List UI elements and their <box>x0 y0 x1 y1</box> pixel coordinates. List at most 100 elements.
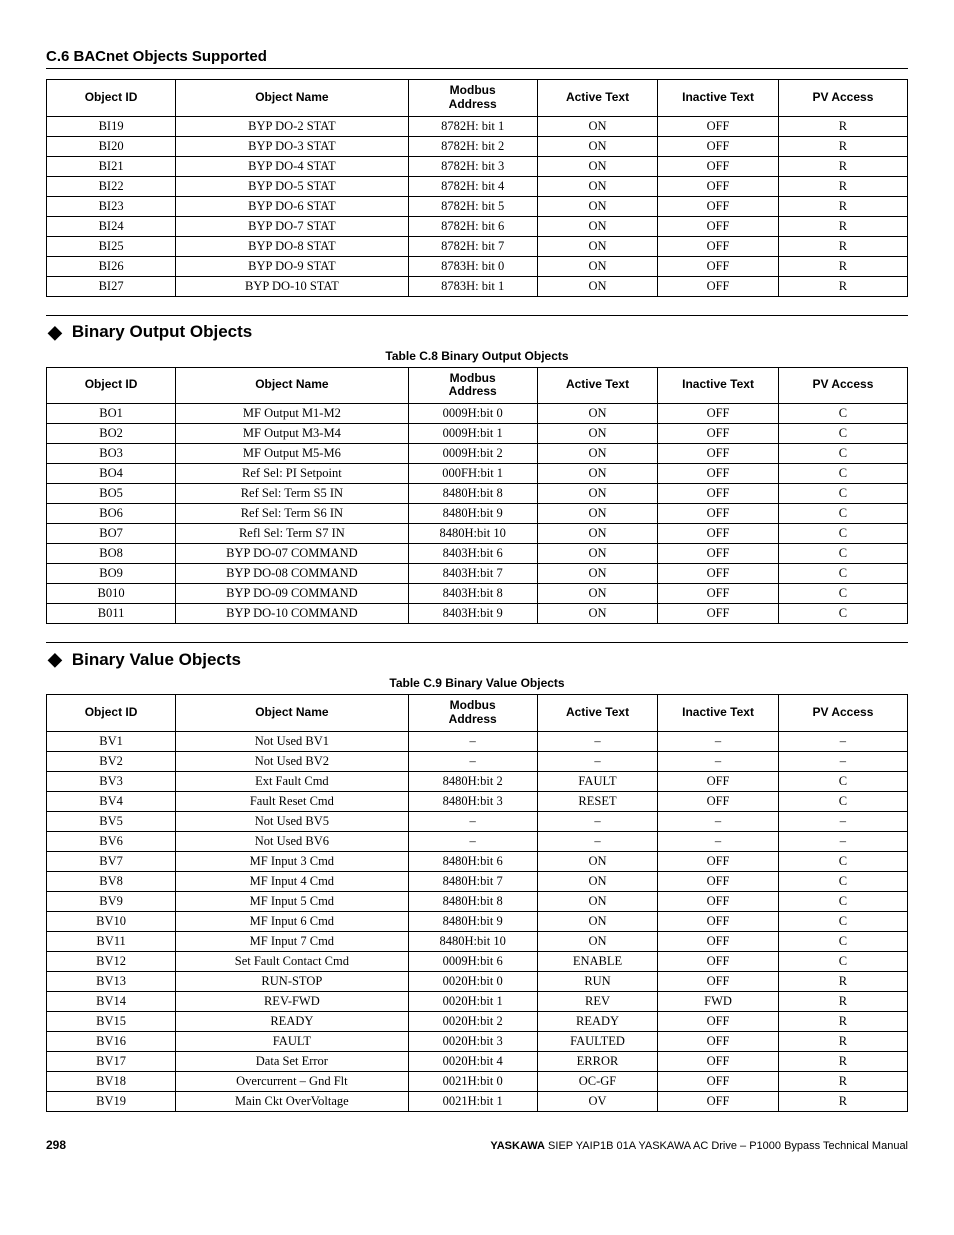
cell-name: Fault Reset Cmd <box>176 791 408 811</box>
cell-mod: 8782H: bit 6 <box>408 216 537 236</box>
cell-mod: 0020H:bit 2 <box>408 1011 537 1031</box>
cell-name: BYP DO-10 COMMAND <box>176 604 408 624</box>
cell-act: RESET <box>537 791 658 811</box>
cell-pv: R <box>778 196 907 216</box>
table-row: BV6Not Used BV6–––– <box>47 831 908 851</box>
cell-act: ON <box>537 584 658 604</box>
cell-id: BV4 <box>47 791 176 811</box>
cell-act: ON <box>537 564 658 584</box>
diamond-icon: ◆ <box>48 649 62 670</box>
cell-inact: OFF <box>658 871 779 891</box>
table-row: BV17Data Set Error0020H:bit 4ERROROFFR <box>47 1051 908 1071</box>
cell-id: B011 <box>47 604 176 624</box>
th-pv-access: PV Access <box>778 367 907 404</box>
cell-id: BI27 <box>47 276 176 296</box>
table-row: BI27BYP DO-10 STAT8783H: bit 1ONOFFR <box>47 276 908 296</box>
cell-act: OV <box>537 1091 658 1111</box>
cell-inact: OFF <box>658 1071 779 1091</box>
cell-name: RUN-STOP <box>176 971 408 991</box>
cell-pv: – <box>778 731 907 751</box>
subsection-title: Binary Output Objects <box>72 322 252 342</box>
cell-id: BV16 <box>47 1031 176 1051</box>
cell-mod: 0021H:bit 1 <box>408 1091 537 1111</box>
cell-name: MF Input 4 Cmd <box>176 871 408 891</box>
table-row: BV14REV-FWD0020H:bit 1REVFWDR <box>47 991 908 1011</box>
cell-id: BI21 <box>47 156 176 176</box>
cell-mod: 8782H: bit 5 <box>408 196 537 216</box>
cell-id: BO2 <box>47 424 176 444</box>
table-row: BV13RUN-STOP0020H:bit 0RUNOFFR <box>47 971 908 991</box>
cell-inact: OFF <box>658 404 779 424</box>
table-caption-c8: Table C.8 Binary Output Objects <box>46 349 908 363</box>
cell-act: – <box>537 831 658 851</box>
cell-act: ON <box>537 891 658 911</box>
cell-id: BI25 <box>47 236 176 256</box>
table-row: BO2MF Output M3-M40009H:bit 1ONOFFC <box>47 424 908 444</box>
cell-inact: OFF <box>658 1011 779 1031</box>
cell-act: ERROR <box>537 1051 658 1071</box>
cell-act: ON <box>537 851 658 871</box>
cell-pv: C <box>778 891 907 911</box>
th-object-id: Object ID <box>47 695 176 732</box>
cell-inact: OFF <box>658 156 779 176</box>
cell-mod: 8783H: bit 0 <box>408 256 537 276</box>
cell-act: ON <box>537 911 658 931</box>
cell-mod: 8480H:bit 3 <box>408 791 537 811</box>
cell-pv: R <box>778 1051 907 1071</box>
cell-inact: OFF <box>658 216 779 236</box>
table-row: BI21BYP DO-4 STAT8782H: bit 3ONOFFR <box>47 156 908 176</box>
cell-act: FAULT <box>537 771 658 791</box>
th-active-text: Active Text <box>537 695 658 732</box>
cell-mod: 0020H:bit 3 <box>408 1031 537 1051</box>
cell-name: REV-FWD <box>176 991 408 1011</box>
cell-name: MF Input 6 Cmd <box>176 911 408 931</box>
cell-id: BV6 <box>47 831 176 851</box>
cell-act: – <box>537 731 658 751</box>
table-row: BI24BYP DO-7 STAT8782H: bit 6ONOFFR <box>47 216 908 236</box>
cell-mod: 8480H:bit 9 <box>408 911 537 931</box>
page-footer: 298 YASKAWA SIEP YAIP1B 01A YASKAWA AC D… <box>46 1138 908 1152</box>
cell-name: Data Set Error <box>176 1051 408 1071</box>
cell-inact: – <box>658 751 779 771</box>
cell-mod: 8782H: bit 3 <box>408 156 537 176</box>
cell-mod: 8480H:bit 6 <box>408 851 537 871</box>
cell-inact: OFF <box>658 116 779 136</box>
cell-name: Ref Sel: Term S6 IN <box>176 504 408 524</box>
cell-pv: R <box>778 1031 907 1051</box>
cell-pv: C <box>778 444 907 464</box>
cell-pv: R <box>778 216 907 236</box>
th-inactive-text: Inactive Text <box>658 367 779 404</box>
cell-inact: OFF <box>658 136 779 156</box>
cell-pv: R <box>778 236 907 256</box>
cell-name: Main Ckt OverVoltage <box>176 1091 408 1111</box>
cell-act: ON <box>537 871 658 891</box>
cell-name: Not Used BV1 <box>176 731 408 751</box>
cell-pv: C <box>778 524 907 544</box>
table-row: BI22BYP DO-5 STAT8782H: bit 4ONOFFR <box>47 176 908 196</box>
cell-name: MF Output M3-M4 <box>176 424 408 444</box>
table-binary-output: Object ID Object Name ModbusAddress Acti… <box>46 367 908 625</box>
cell-id: BO6 <box>47 504 176 524</box>
cell-pv: – <box>778 811 907 831</box>
cell-name: MF Input 3 Cmd <box>176 851 408 871</box>
cell-inact: OFF <box>658 971 779 991</box>
section-header: C.6 BACnet Objects Supported <box>46 48 908 69</box>
cell-name: BYP DO-07 COMMAND <box>176 544 408 564</box>
cell-name: Not Used BV6 <box>176 831 408 851</box>
cell-pv: R <box>778 136 907 156</box>
cell-pv: C <box>778 564 907 584</box>
th-object-id: Object ID <box>47 367 176 404</box>
cell-id: BV9 <box>47 891 176 911</box>
cell-pv: R <box>778 156 907 176</box>
table-row: BV8MF Input 4 Cmd8480H:bit 7ONOFFC <box>47 871 908 891</box>
subsection-binary-output: ◆ Binary Output Objects <box>46 315 908 343</box>
table-header-row: Object ID Object Name ModbusAddress Acti… <box>47 80 908 117</box>
cell-inact: OFF <box>658 584 779 604</box>
cell-mod: 8403H:bit 9 <box>408 604 537 624</box>
table-row: BI25BYP DO-8 STAT8782H: bit 7ONOFFR <box>47 236 908 256</box>
cell-act: ON <box>537 484 658 504</box>
cell-inact: OFF <box>658 604 779 624</box>
cell-mod: 8480H:bit 7 <box>408 871 537 891</box>
th-inactive-text: Inactive Text <box>658 80 779 117</box>
cell-name: READY <box>176 1011 408 1031</box>
